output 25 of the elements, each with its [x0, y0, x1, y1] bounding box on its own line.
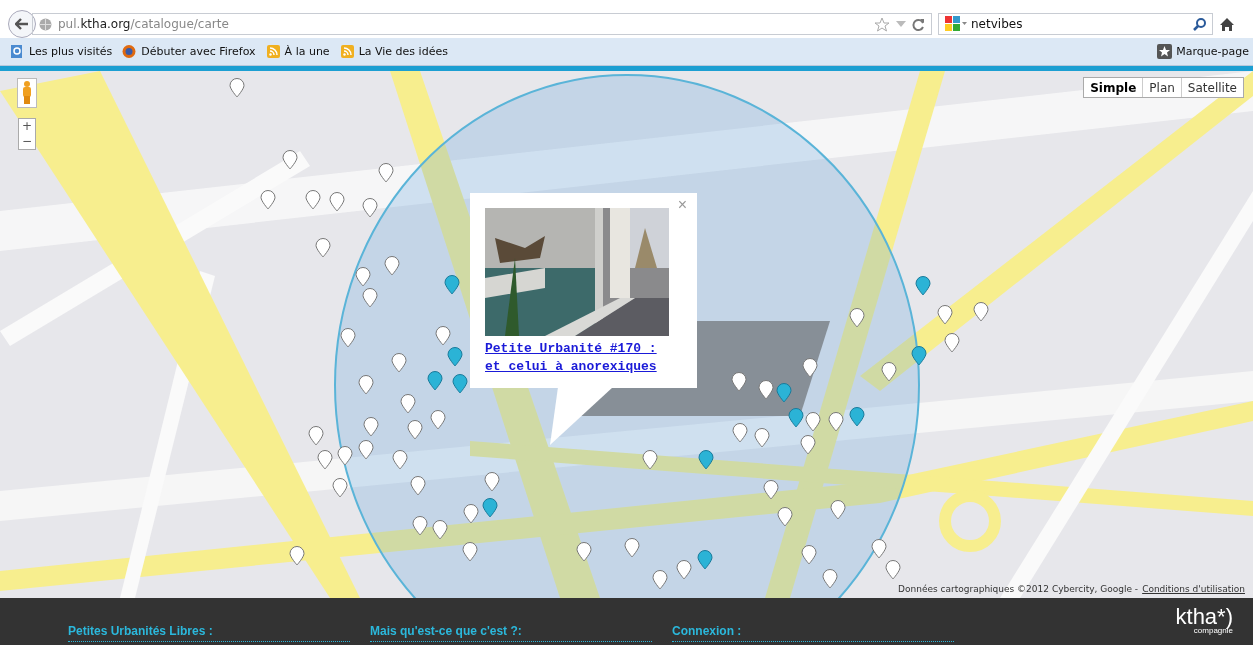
back-arrow-icon [15, 18, 29, 30]
footer-heading: Petites Urbanités Libres : [68, 624, 350, 642]
bookmark-item[interactable]: La Vie des idées [339, 44, 448, 59]
bookmarks-menu-button[interactable]: Marque-page [1157, 44, 1249, 59]
star-icon[interactable] [874, 16, 890, 32]
search-engine-icon[interactable] [945, 16, 967, 32]
back-button[interactable] [8, 10, 36, 38]
footer-heading: Connexion : [672, 624, 954, 642]
search-icon[interactable] [1193, 17, 1206, 31]
bookmark-item[interactable]: À la une [265, 44, 330, 59]
bookmark-star-icon [1157, 44, 1173, 59]
footer-heading: Mais qu'est-ce que c'est ?: [370, 624, 652, 642]
globe-icon [39, 17, 52, 31]
feed-icon [265, 44, 281, 59]
address-bar[interactable]: pul.ktha.org/catalogue/carte [32, 13, 932, 35]
reload-icon[interactable] [912, 17, 925, 31]
bookmark-item[interactable]: Débuter avec Firefox [122, 44, 256, 59]
home-icon[interactable] [1219, 16, 1235, 32]
search-bar[interactable]: netvibes [938, 13, 1213, 35]
bookmark-item[interactable]: Les plus visités [10, 44, 113, 59]
url-text: pul.ktha.org/catalogue/carte [58, 17, 230, 31]
logo-text[interactable]: ktha*) [1175, 606, 1233, 628]
globe-fox-icon [122, 44, 138, 59]
page-search-icon [10, 44, 25, 59]
feed-icon [339, 44, 355, 59]
